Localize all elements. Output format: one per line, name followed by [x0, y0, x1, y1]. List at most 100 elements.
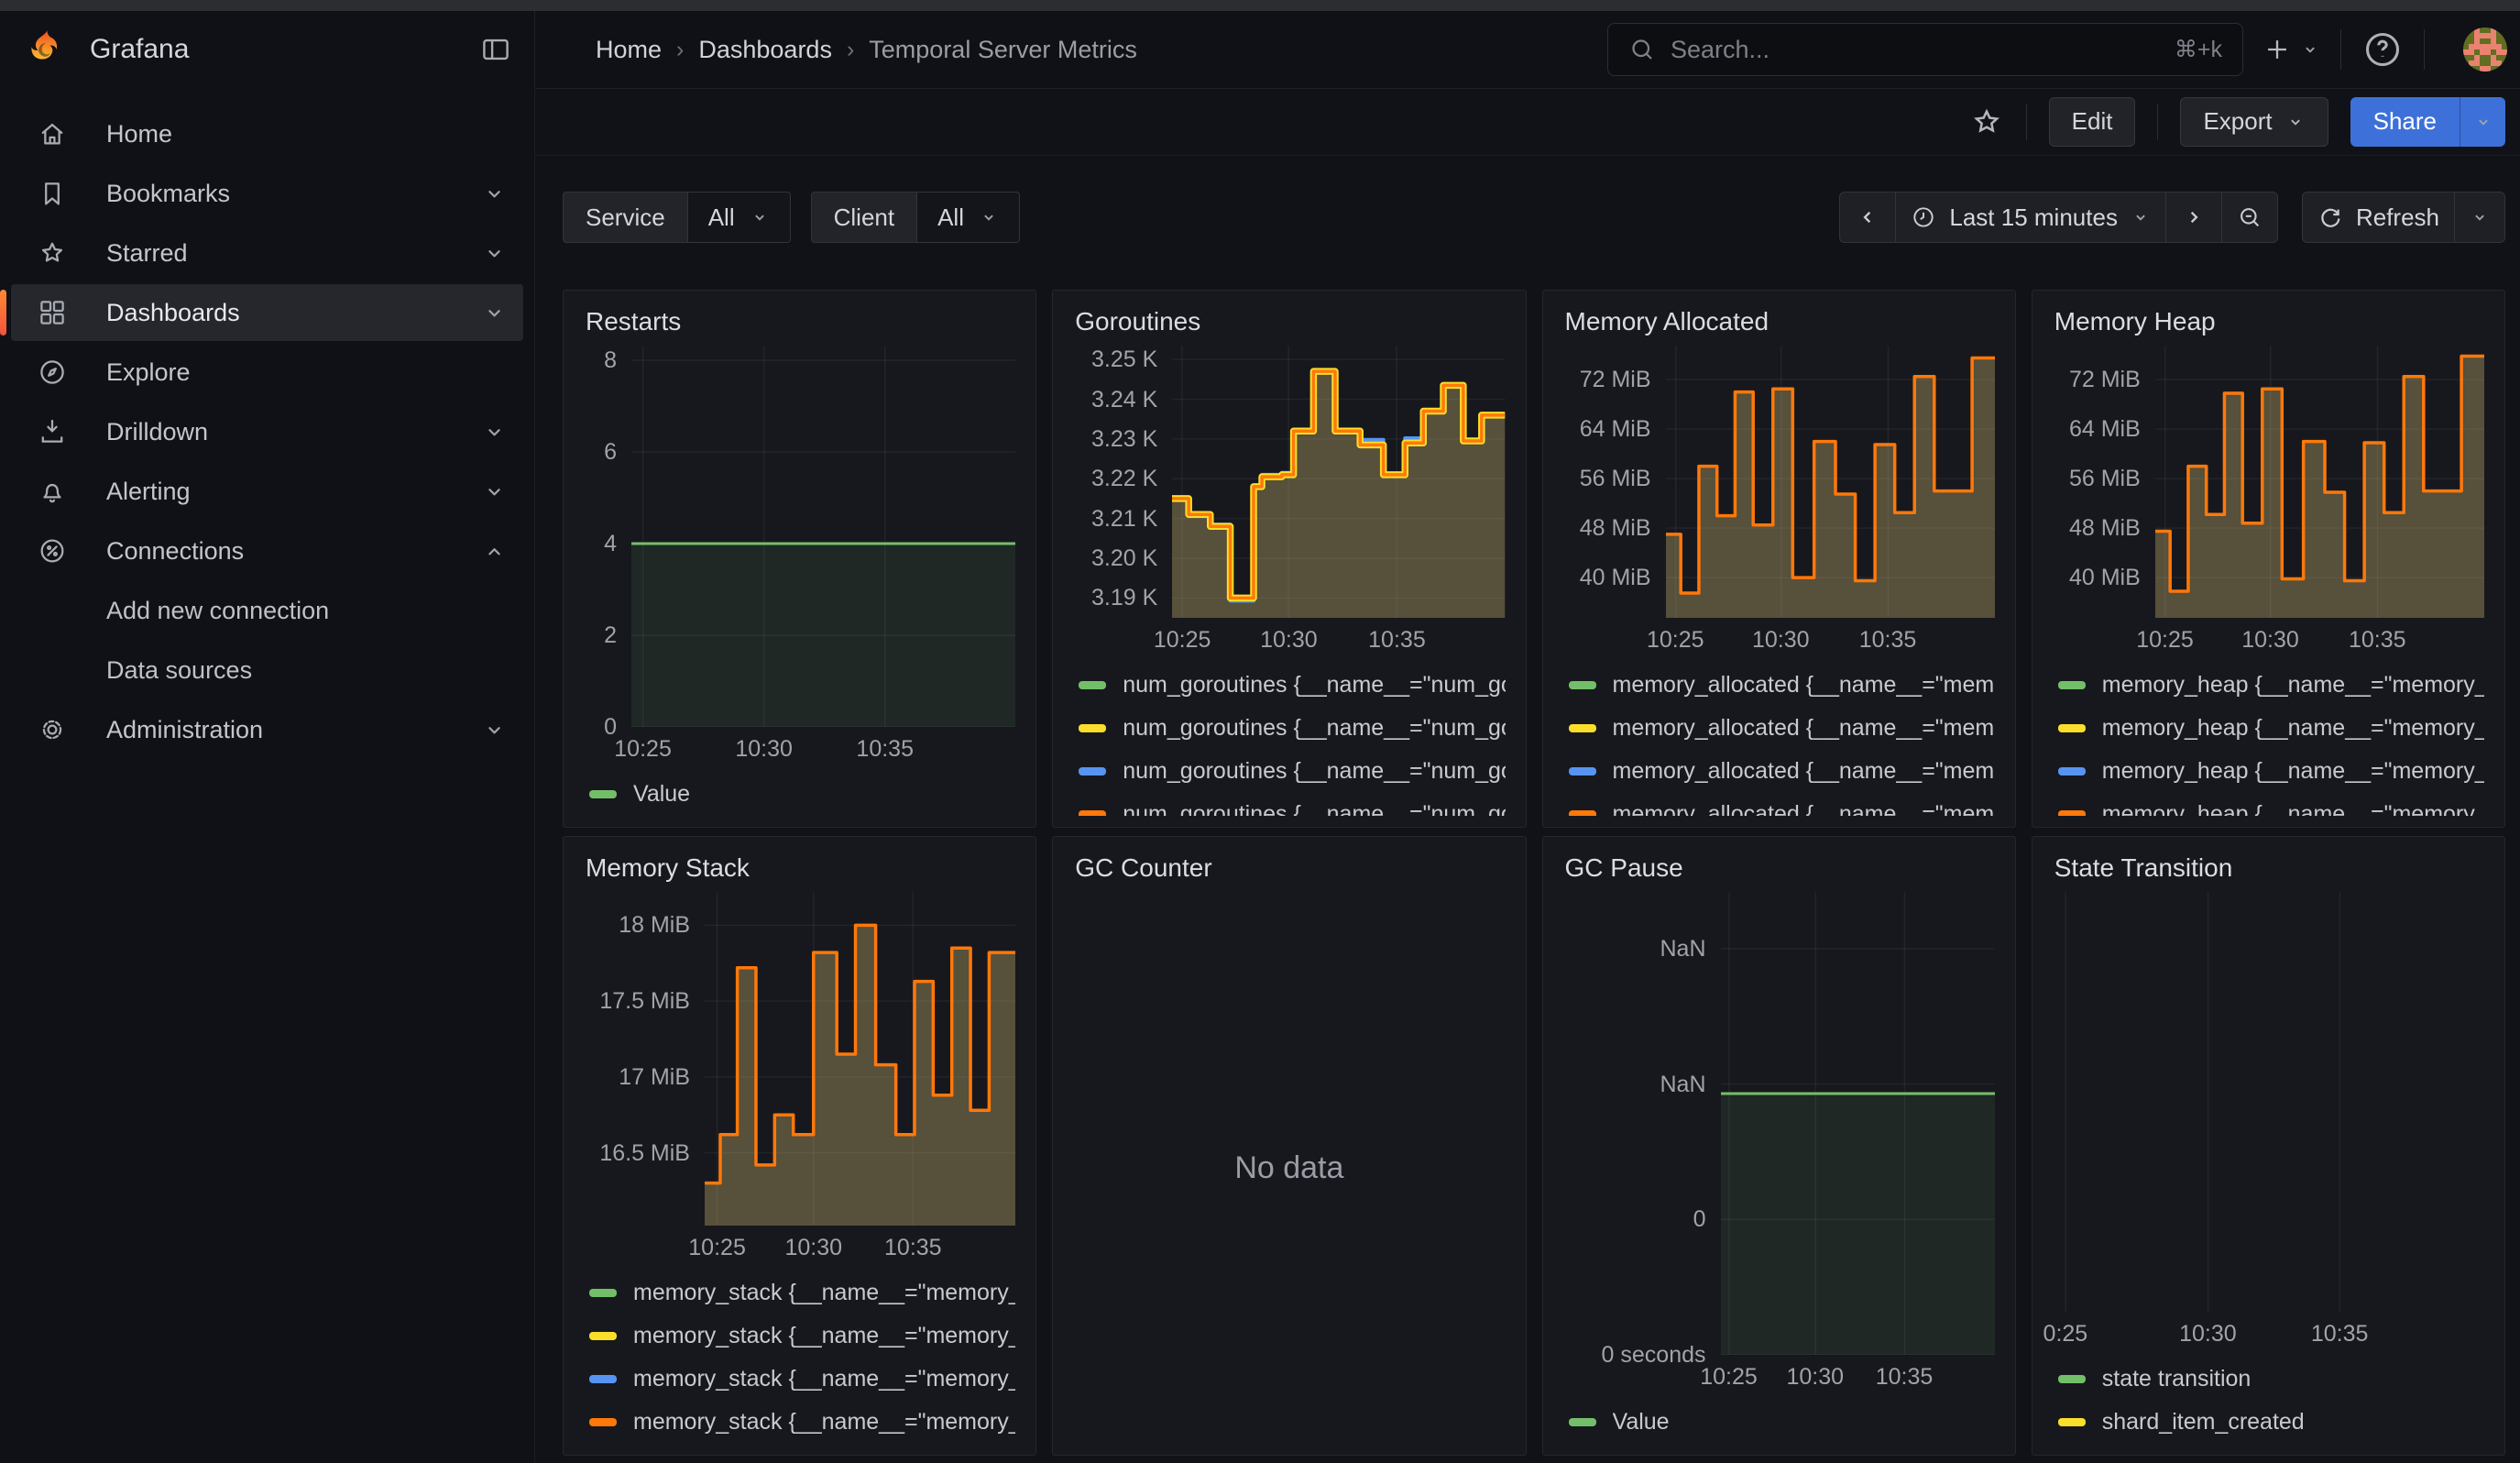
- time-range-picker[interactable]: Last 15 minutes: [1895, 192, 2166, 243]
- refresh-button[interactable]: Refresh: [2302, 192, 2455, 243]
- plot-area[interactable]: [1666, 346, 1995, 618]
- grafana-logo[interactable]: [26, 28, 68, 71]
- y-tick-label: 3.21 K: [1091, 506, 1157, 533]
- legend-label[interactable]: num_goroutines {__name__="num_go: [1123, 715, 1505, 742]
- panel-title[interactable]: Goroutines: [1075, 307, 1505, 336]
- chevron-up-icon[interactable]: [482, 539, 507, 564]
- breadcrumb-item[interactable]: Dashboards: [698, 36, 832, 64]
- x-tick-label: 10:35: [1368, 627, 1426, 654]
- panel-title[interactable]: Memory Allocated: [1565, 307, 1995, 336]
- chevron-down-icon[interactable]: [482, 420, 507, 445]
- legend-swatch: [1569, 1418, 1596, 1426]
- chevron-down-icon[interactable]: [482, 241, 507, 266]
- sidebar-item-administration[interactable]: Administration: [11, 701, 523, 758]
- panel-title[interactable]: GC Counter: [1075, 853, 1505, 883]
- y-tick-label: 64 MiB: [1580, 416, 1651, 443]
- legend-label[interactable]: memory_heap {__name__="memory_h: [2102, 801, 2484, 816]
- brand-area: Grafana: [0, 11, 535, 88]
- panel-title[interactable]: Memory Heap: [2054, 307, 2484, 336]
- panel-title[interactable]: State Transition: [2054, 853, 2484, 883]
- sidebar-item-dashboards[interactable]: Dashboards: [11, 284, 523, 341]
- help-icon[interactable]: [2361, 28, 2404, 71]
- legend-item: memory_allocated {__name__="memo: [1563, 707, 1995, 750]
- legend-label[interactable]: memory_allocated {__name__="memo: [1613, 758, 1995, 785]
- legend-label[interactable]: num_goroutines {__name__="num_go: [1123, 801, 1505, 816]
- plot-area[interactable]: [705, 892, 1015, 1226]
- edit-button[interactable]: Edit: [2049, 97, 2136, 147]
- legend-label[interactable]: Value: [633, 781, 690, 808]
- legend-swatch: [1569, 810, 1596, 816]
- panel-title[interactable]: GC Pause: [1565, 853, 1995, 883]
- legend-label[interactable]: memory_allocated {__name__="memo: [1613, 715, 1995, 742]
- export-button[interactable]: Export: [2180, 97, 2328, 147]
- legend-label[interactable]: shard_item_created: [2102, 1409, 2305, 1436]
- share-button[interactable]: Share: [2350, 97, 2460, 147]
- divider: [2157, 104, 2158, 140]
- x-tick-label: 10:25: [1647, 627, 1704, 654]
- apps-icon: [37, 297, 68, 328]
- sidebar-item-bookmarks[interactable]: Bookmarks: [11, 165, 523, 222]
- divider: [2026, 104, 2027, 140]
- plot-area[interactable]: [2053, 892, 2484, 1312]
- panel-title[interactable]: Restarts: [586, 307, 1015, 336]
- client-filter-value[interactable]: All: [917, 192, 1020, 243]
- legend-swatch: [1079, 810, 1106, 816]
- legend-label[interactable]: num_goroutines {__name__="num_go: [1123, 672, 1505, 698]
- refresh-interval-caret[interactable]: [2454, 192, 2505, 243]
- breadcrumb-separator: ›: [847, 37, 854, 63]
- legend-label[interactable]: memory_heap {__name__="memory_h: [2102, 672, 2484, 698]
- service-filter-value[interactable]: All: [688, 192, 791, 243]
- legend-swatch: [589, 1375, 617, 1383]
- share-caret-button[interactable]: [2460, 97, 2505, 147]
- legend-label[interactable]: Value: [1613, 1409, 1670, 1436]
- legend-item: memory_heap {__name__="memory_h: [2053, 664, 2484, 707]
- chevron-down-icon[interactable]: [482, 479, 507, 504]
- plot-area[interactable]: [2155, 346, 2484, 618]
- zoom-out-button[interactable]: [2221, 192, 2278, 243]
- plot-area[interactable]: [631, 346, 1015, 727]
- plot-area[interactable]: [1172, 346, 1505, 618]
- sidebar-item-home[interactable]: Home: [11, 105, 523, 162]
- plug-icon: [37, 535, 68, 566]
- x-tick-label: 10:35: [884, 1235, 942, 1261]
- search-shortcut: ⌘+k: [2175, 36, 2222, 63]
- x-tick-label: 10:30: [1260, 627, 1318, 654]
- chevron-down-icon[interactable]: [482, 301, 507, 325]
- plot-area[interactable]: [1721, 892, 1995, 1355]
- legend-label[interactable]: memory_allocated {__name__="memo: [1613, 672, 1995, 698]
- legend-label[interactable]: state transition: [2102, 1366, 2252, 1392]
- y-tick-label: 56 MiB: [2069, 466, 2141, 492]
- legend-label[interactable]: memory_stack {__name__="memory_s: [633, 1366, 1015, 1392]
- sidebar-item-connections[interactable]: Connections: [11, 522, 523, 579]
- dock-sidebar-icon[interactable]: [479, 33, 512, 66]
- sidebar-item-drilldown[interactable]: Drilldown: [11, 403, 523, 460]
- legend-label[interactable]: memory_stack {__name__="memory_s: [633, 1280, 1015, 1306]
- chevron-down-icon[interactable]: [482, 182, 507, 206]
- sidebar-item-alerting[interactable]: Alerting: [11, 463, 523, 520]
- export-label: Export: [2203, 107, 2272, 136]
- divider: [2424, 29, 2425, 70]
- panel-title[interactable]: Memory Stack: [586, 853, 1015, 883]
- search-input[interactable]: Search... ⌘+k: [1607, 23, 2243, 76]
- y-tick-label: 18 MiB: [619, 912, 690, 939]
- sidebar-item-data-sources[interactable]: Data sources: [11, 642, 523, 698]
- y-axis: 3.19 K3.20 K3.21 K3.22 K3.23 K3.24 K3.25…: [1073, 346, 1172, 618]
- legend-label[interactable]: memory_stack {__name__="memory_s: [633, 1323, 1015, 1349]
- time-forward-button[interactable]: [2165, 192, 2222, 243]
- sidebar-item-explore[interactable]: Explore: [11, 344, 523, 401]
- user-avatar[interactable]: [2463, 28, 2507, 72]
- breadcrumb-item[interactable]: Home: [596, 36, 662, 64]
- legend-label[interactable]: num_goroutines {__name__="num_go: [1123, 758, 1505, 785]
- sidebar-item-starred[interactable]: Starred: [11, 225, 523, 281]
- favorite-star-icon[interactable]: [1969, 104, 2004, 139]
- time-back-button[interactable]: [1839, 192, 1896, 243]
- legend-label[interactable]: memory_allocated {__name__="memo: [1613, 801, 1995, 816]
- panel-goroutines: Goroutines 3.19 K3.20 K3.21 K3.22 K3.23 …: [1052, 290, 1526, 828]
- legend-label[interactable]: memory_heap {__name__="memory_h: [2102, 715, 2484, 742]
- legend-label[interactable]: memory_stack {__name__="memory_s: [633, 1409, 1015, 1436]
- chevron-down-icon[interactable]: [482, 718, 507, 742]
- legend-swatch: [589, 1418, 617, 1426]
- new-button[interactable]: [2262, 34, 2320, 65]
- legend-label[interactable]: memory_heap {__name__="memory_h: [2102, 758, 2484, 785]
- sidebar-item-add-new-connection[interactable]: Add new connection: [11, 582, 523, 639]
